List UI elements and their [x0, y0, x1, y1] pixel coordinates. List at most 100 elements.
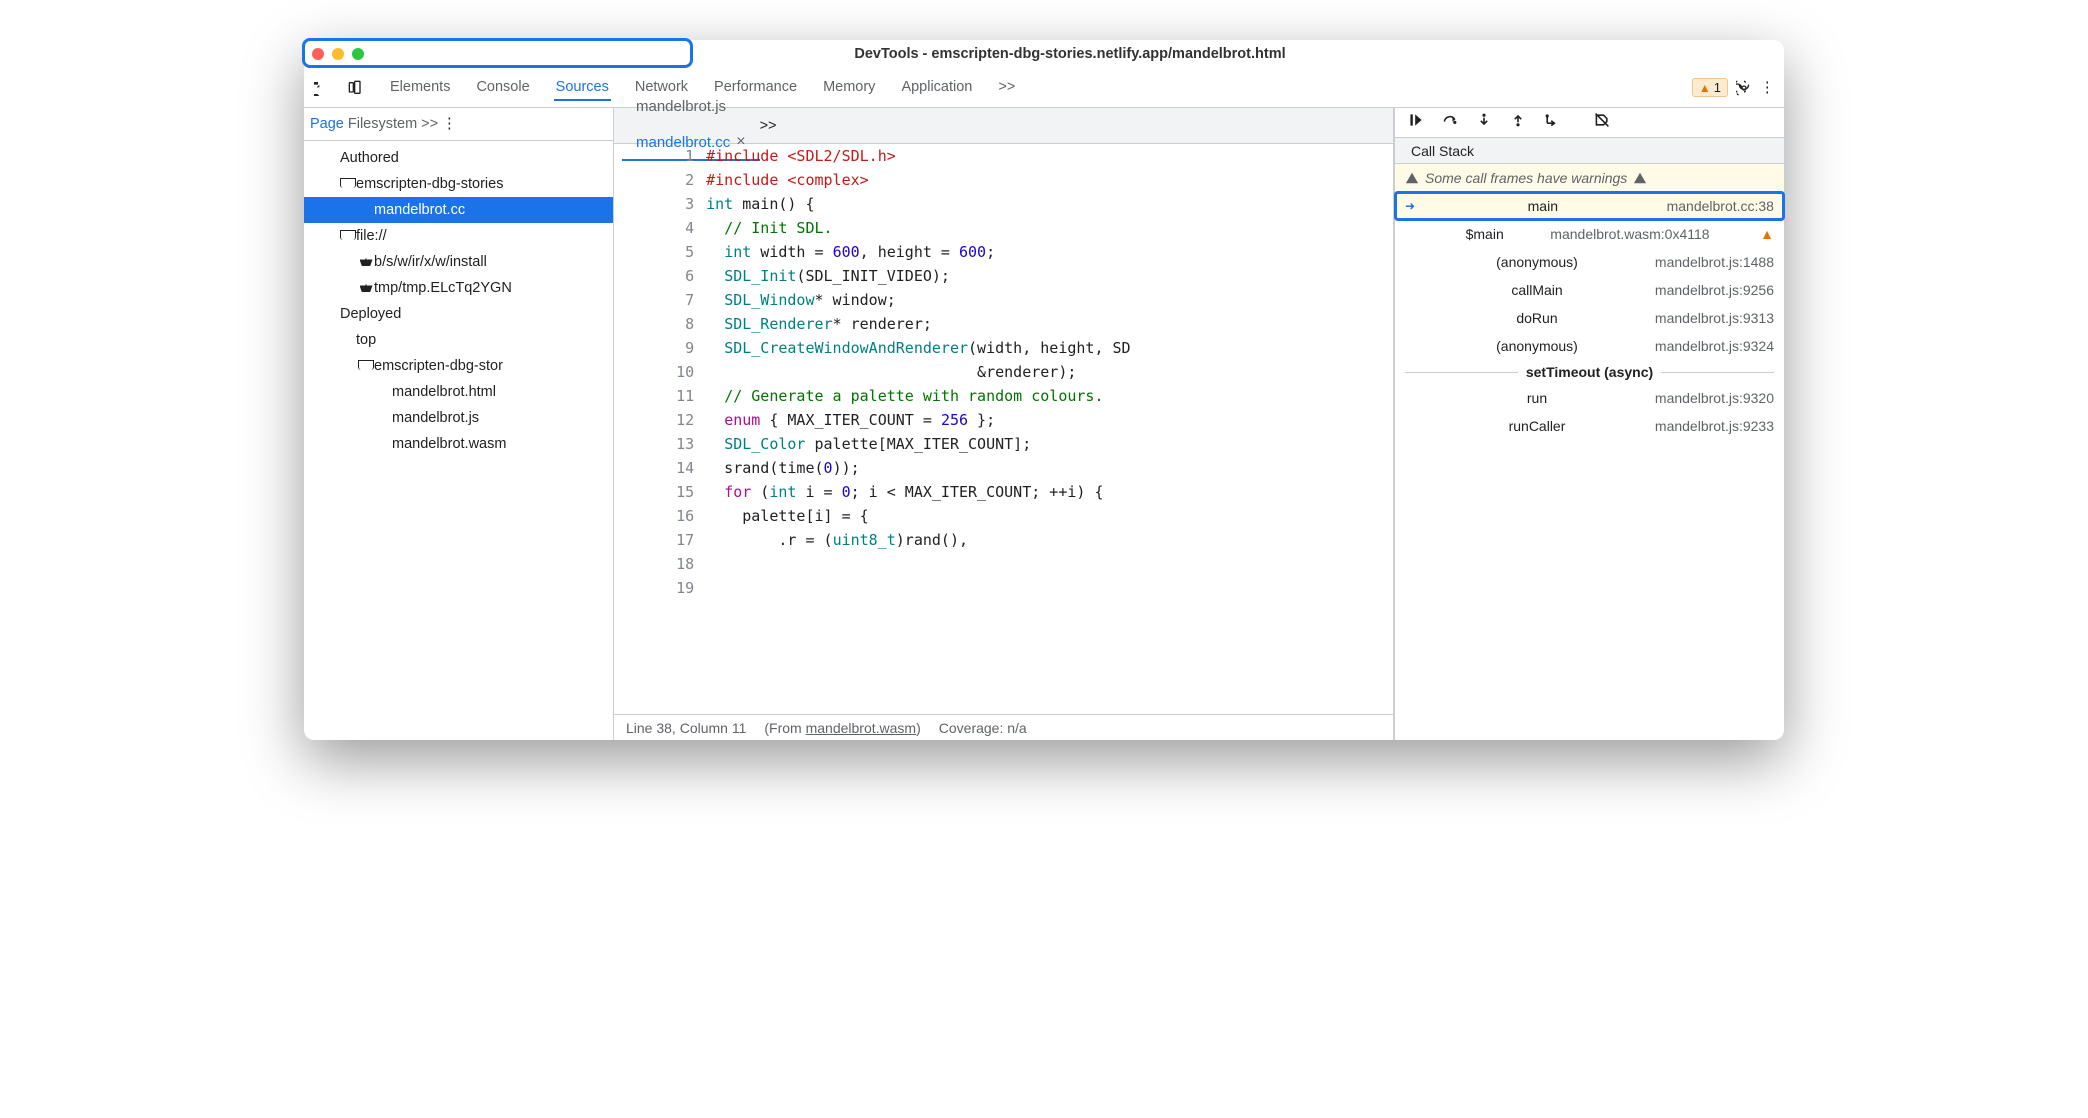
- code-line-4: int main() {: [706, 192, 1130, 216]
- gutter-line-3[interactable]: 3: [666, 192, 704, 216]
- tree-item-Deployed[interactable]: Deployed: [304, 301, 613, 327]
- tree-item-mandelbrot-cc[interactable]: mandelbrot.cc: [304, 197, 613, 223]
- file-icon: [376, 384, 392, 400]
- gutter-line-12[interactable]: 12: [666, 408, 704, 432]
- file-icon: [358, 202, 374, 218]
- sources-tab[interactable]: Sources: [554, 75, 611, 101]
- memory-tab[interactable]: Memory: [821, 75, 877, 101]
- navigator-more-icon[interactable]: ⋮: [442, 116, 457, 132]
- step-icon[interactable]: [1543, 112, 1561, 132]
- tree-item-label: file://: [356, 228, 387, 244]
- file-js-icon: [376, 410, 392, 426]
- tree-item-b-s-w-ir-x-w-install[interactable]: b/s/w/ir/x/w/install: [304, 249, 613, 275]
- call-stack-frame-callMain[interactable]: ➜callMainmandelbrot.js:9256: [1395, 276, 1784, 304]
- page-nav-tab[interactable]: Page: [310, 116, 344, 132]
- gutter-line-1[interactable]: 1: [666, 144, 704, 168]
- gutter-line-18[interactable]: 18: [666, 552, 704, 576]
- frame-location: mandelbrot.wasm:0x4118: [1550, 226, 1709, 242]
- call-stack-frame-run[interactable]: ➜runmandelbrot.js:9320: [1395, 384, 1784, 412]
- filesystem-nav-tab[interactable]: Filesystem: [348, 116, 417, 132]
- gutter-line-15[interactable]: 15: [666, 480, 704, 504]
- tree-item-label: tmp/tmp.ELcTq2YGN: [374, 280, 512, 296]
- elements-tab[interactable]: Elements: [388, 75, 452, 101]
- settings-icon[interactable]: [1736, 80, 1752, 96]
- devtools-toolbar: Elements Console Sources Network Perform…: [304, 68, 1784, 108]
- call-stack-frame--anonymous-[interactable]: ➜(anonymous)mandelbrot.js:1488: [1395, 248, 1784, 276]
- gutter-line-11[interactable]: 11: [666, 384, 704, 408]
- cloud-icon: [358, 358, 374, 374]
- application-tab[interactable]: Application: [899, 75, 974, 101]
- gutter-line-13[interactable]: 13: [666, 432, 704, 456]
- minimize-window-button[interactable]: [332, 48, 344, 60]
- console-tab[interactable]: Console: [474, 75, 531, 101]
- code-line-10: SDL_CreateWindowAndRenderer(width, heigh…: [706, 336, 1130, 360]
- frame-name: doRun: [1516, 310, 1557, 326]
- frame-name: (anonymous): [1496, 338, 1578, 354]
- tree-item-emscripten-dbg-stor[interactable]: emscripten-dbg-stor: [304, 353, 613, 379]
- inspect-element-icon[interactable]: [312, 80, 328, 96]
- gutter-line-5[interactable]: 5: [666, 240, 704, 264]
- source-from-link[interactable]: mandelbrot.wasm: [806, 720, 917, 736]
- file-tabs-row: mandelbrot.jsmandelbrot.cc× >>: [614, 108, 1393, 144]
- tree-item-mandelbrot-js[interactable]: mandelbrot.js: [304, 405, 613, 431]
- tree-item-mandelbrot-wasm[interactable]: mandelbrot.wasm: [304, 431, 613, 457]
- tree-item-Authored[interactable]: Authored: [304, 145, 613, 171]
- more-tabs-icon[interactable]: >>: [760, 118, 777, 134]
- tree-item-top[interactable]: top: [304, 327, 613, 353]
- maximize-window-button[interactable]: [352, 48, 364, 60]
- step-out-icon[interactable]: [1509, 112, 1527, 132]
- step-into-icon[interactable]: [1475, 112, 1493, 132]
- code-line-11: &renderer);: [706, 360, 1130, 384]
- call-stack-header[interactable]: Call Stack: [1395, 138, 1784, 164]
- gutter-line-2[interactable]: 2: [666, 168, 704, 192]
- gutter-line-9[interactable]: 9: [666, 336, 704, 360]
- more-icon[interactable]: ⋮: [1760, 80, 1776, 96]
- call-stack-frame-main[interactable]: ➜mainmandelbrot.cc:38: [1395, 192, 1784, 220]
- gutter-line-17[interactable]: 17: [666, 528, 704, 552]
- code-line-17: for (int i = 0; i < MAX_ITER_COUNT; ++i)…: [706, 480, 1130, 504]
- gutter-line-14[interactable]: 14: [666, 456, 704, 480]
- warnings-badge[interactable]: ▲ 1: [1692, 78, 1728, 97]
- call-stack-frame-runCaller[interactable]: ➜runCallermandelbrot.js:9233: [1395, 412, 1784, 440]
- navigator-tabs: Page Filesystem >> ⋮: [304, 108, 613, 141]
- tree-item-emscripten-dbg-stories[interactable]: emscripten-dbg-stories: [304, 171, 613, 197]
- call-stack-warning-text: Some call frames have warnings: [1425, 170, 1627, 186]
- frame-location: mandelbrot.js:9313: [1655, 310, 1774, 326]
- tree-item-file---[interactable]: file://: [304, 223, 613, 249]
- tree-item-mandelbrot-html[interactable]: mandelbrot.html: [304, 379, 613, 405]
- warning-triangle-icon: [1405, 171, 1419, 185]
- frame-location: mandelbrot.js:9233: [1655, 418, 1774, 434]
- call-stack-frame--main[interactable]: ➜$mainmandelbrot.wasm:0x4118▲: [1395, 220, 1784, 248]
- frame-location: mandelbrot.js:9324: [1655, 338, 1774, 354]
- gutter-line-16[interactable]: 16: [666, 504, 704, 528]
- tree-item-tmp-tmp-ELcTq2YGN[interactable]: tmp/tmp.ELcTq2YGN: [304, 275, 613, 301]
- step-over-icon[interactable]: [1441, 112, 1459, 132]
- code-line-1: #include <SDL2/SDL.h>: [706, 144, 1130, 168]
- gutter-line-6[interactable]: 6: [666, 264, 704, 288]
- device-toolbar-icon[interactable]: [346, 80, 362, 96]
- group-icon: [324, 150, 340, 166]
- resume-icon[interactable]: [1407, 112, 1425, 132]
- close-window-button[interactable]: [312, 48, 324, 60]
- nav-tabs-overflow-button[interactable]: >>: [421, 116, 438, 132]
- code-content[interactable]: #include <SDL2/SDL.h>#include <complex>i…: [704, 144, 1130, 714]
- frame-location: mandelbrot.cc:38: [1667, 198, 1774, 214]
- frame-name: main: [1528, 198, 1558, 214]
- gutter-line-4[interactable]: 4: [666, 216, 704, 240]
- code-line-6: int width = 600, height = 600;: [706, 240, 1130, 264]
- deployed-icon: [324, 306, 340, 322]
- async-divider: setTimeout (async): [1395, 360, 1784, 384]
- file-tab-mandelbrot-js[interactable]: mandelbrot.js: [622, 90, 760, 125]
- deactivate-breakpoints-icon[interactable]: [1593, 112, 1611, 132]
- gutter-line-7[interactable]: 7: [666, 288, 704, 312]
- tabs-overflow-button[interactable]: >>: [996, 75, 1017, 101]
- gutter-line-8[interactable]: 8: [666, 312, 704, 336]
- code-editor[interactable]: 12345678910111213141516171819 #include <…: [614, 144, 1393, 714]
- call-stack-frame-doRun[interactable]: ➜doRunmandelbrot.js:9313: [1395, 304, 1784, 332]
- tree-item-label: emscripten-dbg-stor: [374, 358, 503, 374]
- gutter-line-19[interactable]: 19: [666, 576, 704, 600]
- gutter-line-10[interactable]: 10: [666, 360, 704, 384]
- call-stack-frame--anonymous-[interactable]: ➜(anonymous)mandelbrot.js:9324: [1395, 332, 1784, 360]
- debug-controls: [1395, 108, 1784, 138]
- window-controls: [312, 48, 364, 60]
